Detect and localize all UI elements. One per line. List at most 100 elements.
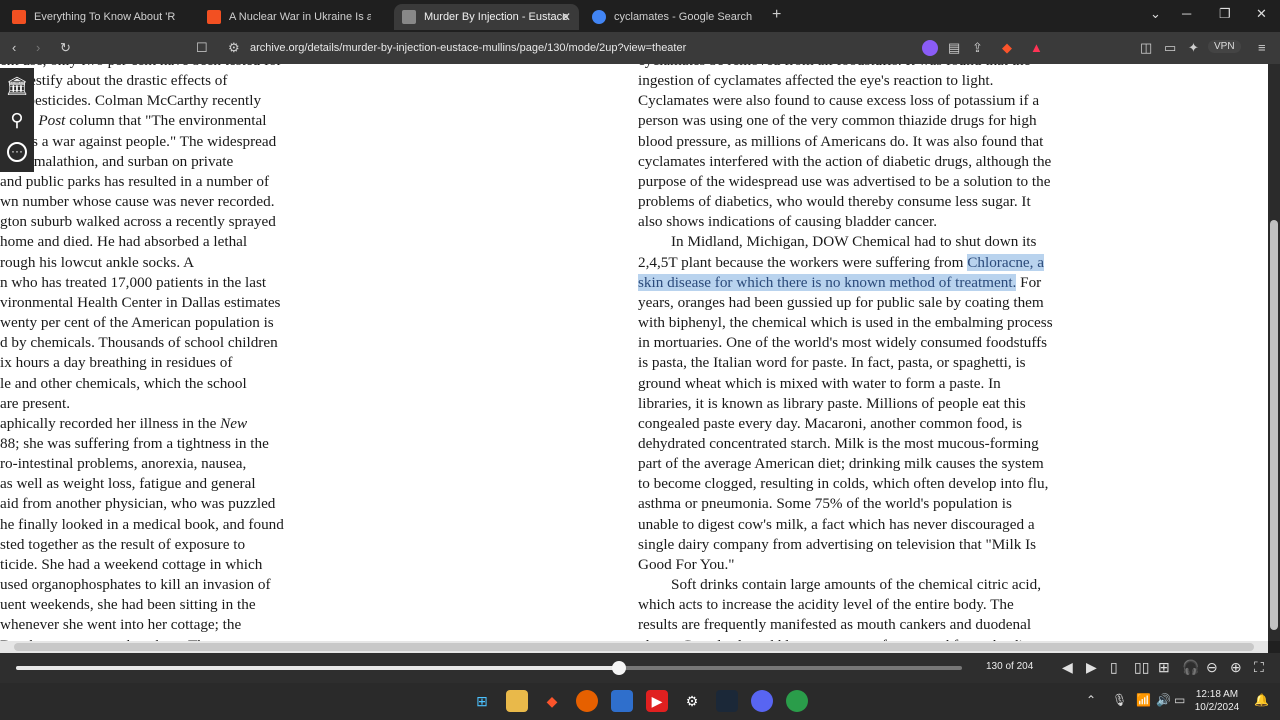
site-settings-icon[interactable]: ⚙ [228,40,240,56]
paragraph-line: blood pressure, as millions of Americans… [638,132,1044,150]
new-tab-button[interactable]: + [772,6,781,24]
paragraph-line: asthma or pneumonia. Some 75% of the wor… [638,495,1012,513]
clock[interactable]: 12:18 AM 10/2/2024 [1192,688,1242,714]
steam-icon[interactable] [716,690,738,712]
paragraph-line: problems of diabetics, who would thereby… [638,193,1031,211]
paragraph-line: wenty per cent of the American populatio… [0,314,274,332]
paragraph-line: 88; she was suffering from a tightness i… [0,434,269,452]
archive-icon [402,10,416,24]
microsoft-icon [12,10,26,24]
bookmark-icon[interactable]: ☐ [196,40,208,56]
tab-1[interactable]: Everything To Know About 'Ring Of [4,4,184,30]
paragraph-line: years, oranges had been gussied up for p… [638,293,1044,311]
fullscreen-icon[interactable]: ⛶ [1254,659,1264,675]
share-icon[interactable]: ⇪ [972,40,983,56]
thumbnail-view-icon[interactable]: ⊞ [1158,659,1170,675]
extensions-icon[interactable]: ✦ [1188,40,1199,56]
paragraph-line: he finally looked in a medical book, and… [0,515,284,533]
vpn-button[interactable]: VPN [1208,40,1241,53]
paragraph-line: ix hours a day breathing in residues of [0,354,233,372]
paragraph-line: aid from another physician, who was puzz… [0,495,276,513]
start-menu-icon[interactable]: ⊞ [471,690,493,712]
vpn-label: VPN [1214,41,1235,52]
volume-icon[interactable]: 🔊 [1156,693,1171,707]
page-slider-handle[interactable] [612,661,626,675]
archive-logo-icon[interactable]: 🏛 [5,74,29,98]
file-explorer-icon[interactable] [506,690,528,712]
wallet-icon[interactable]: ▭ [1164,40,1176,56]
paragraph-line: 2,4,5T plant because the workers were su… [638,253,1118,273]
tab-3[interactable]: Murder By Injection - Eustace M ✕ [394,4,579,30]
paragraph-line: aphically recorded her illness in the Ne… [0,414,248,432]
firefox-icon[interactable] [576,690,598,712]
one-page-view-icon[interactable]: ▯ [1110,659,1118,675]
brave-rewards-icon[interactable]: ▲ [1030,40,1043,56]
paragraph-line: sted together as the result of exposure … [0,535,246,553]
wifi-icon[interactable]: 📶 [1136,693,1151,707]
clock-time: 12:18 AM [1195,689,1239,700]
url-text: archive.org/details/murder-by-injection-… [250,42,687,54]
paragraph-line: home and died. He had absorbed a lethal [0,233,248,251]
tab-4[interactable]: cyclamates - Google Search [584,4,769,30]
paragraph-line: single dairy company from advertising on… [638,535,1037,553]
paragraph-line: Good For You." [638,555,735,573]
microphone-icon[interactable]: 🎙 [1112,693,1127,707]
next-page-icon[interactable]: ▶ [1086,659,1097,675]
paragraph-line: In Midland, Michigan, DOW Chemical had t… [671,233,1037,251]
read-aloud-icon[interactable]: 🎧 [1182,659,1199,675]
address-bar[interactable]: ⚙ archive.org/details/murder-by-injectio… [220,36,910,60]
tab-2[interactable]: A Nuclear War in Ukraine Is a Distinc [199,4,379,30]
youtube-icon[interactable]: ▶ [646,690,668,712]
paragraph-line: ro-intestinal problems, anorexia, nausea… [0,455,247,473]
extension-icon[interactable] [922,40,938,56]
chatgpt-icon[interactable]: ⚙ [681,690,703,712]
vertical-scrollbar-thumb[interactable] [1270,220,1278,630]
reload-icon[interactable]: ↻ [60,40,71,56]
minimize-button[interactable]: ─ [1182,6,1191,21]
menu-icon[interactable]: ≡ [1258,40,1266,56]
paragraph-line: which acts to increase the acidity level… [638,596,1014,614]
close-window-button[interactable]: ✕ [1256,6,1267,22]
paragraph-line: ingestion of cyclamates affected the eye… [638,72,994,90]
close-tab-icon[interactable]: ✕ [561,10,571,24]
previous-page-icon[interactable]: ◀ [1062,659,1073,675]
book-viewer: ent use, only two per cent have been tes… [0,64,1268,641]
paragraph-line: vironmental Health Center in Dallas esti… [0,293,281,311]
tab-title: Everything To Know About 'Ring Of [34,11,176,23]
horizontal-scrollbar-thumb[interactable] [14,643,1254,651]
edge-icon[interactable] [786,690,808,712]
reader-mode-icon[interactable]: ▤ [948,40,960,56]
back-icon[interactable]: ‹ [12,40,16,56]
tray-chevron-icon[interactable]: ⌃ [1086,693,1096,707]
paragraph-line: results are frequently manifested as mou… [638,616,1032,634]
sidebar-icon[interactable]: ◫ [1140,40,1152,56]
maximize-button[interactable]: ❐ [1219,6,1231,22]
clock-date: 10/2/2024 [1194,702,1240,713]
battery-icon[interactable]: ▭ [1174,693,1185,707]
page-counter: 130 of 204 [986,661,1034,672]
paragraph-line: as well as weight loss, fatigue and gene… [0,475,256,493]
paragraph-line: le and other chemicals, which the school [0,374,247,392]
zoom-out-icon[interactable]: ⊖ [1206,659,1218,675]
search-icon[interactable]: ⚲ [5,108,29,132]
notification-bell-icon[interactable]: 🔔 [1254,693,1269,707]
tab-title: cyclamates - Google Search [614,11,753,23]
more-options-icon[interactable]: ··· [7,142,27,162]
forward-icon[interactable]: › [36,40,40,56]
microsoft-store-icon[interactable] [611,690,633,712]
tab-list-chevron-icon[interactable]: ⌄ [1150,6,1161,22]
google-icon [592,10,606,24]
paragraph-line: whenever she went into her cottage; the [0,616,242,634]
brave-shields-icon[interactable]: ◆ [1002,40,1012,56]
paragraph-line: ticide. She had a weekend cottage in whi… [0,555,263,573]
archive-side-menu: 🏛 ⚲ ··· [0,68,34,172]
paragraph-line: Soft drinks contain large amounts of the… [671,576,1042,594]
two-page-view-icon[interactable]: ▯▯ [1134,659,1149,675]
brave-browser-icon[interactable]: ◆ [541,690,563,712]
paragraph-line: and public parks has resulted in a numbe… [0,172,270,190]
text-span: 2,4,5T plant because the workers were su… [638,253,968,271]
discord-icon[interactable] [751,690,773,712]
paragraph-line: n who has treated 17,000 patients in the… [0,273,267,291]
paragraph-line: unable to digest cow's milk, a fact whic… [638,515,1035,533]
zoom-in-icon[interactable]: ⊕ [1230,659,1242,675]
